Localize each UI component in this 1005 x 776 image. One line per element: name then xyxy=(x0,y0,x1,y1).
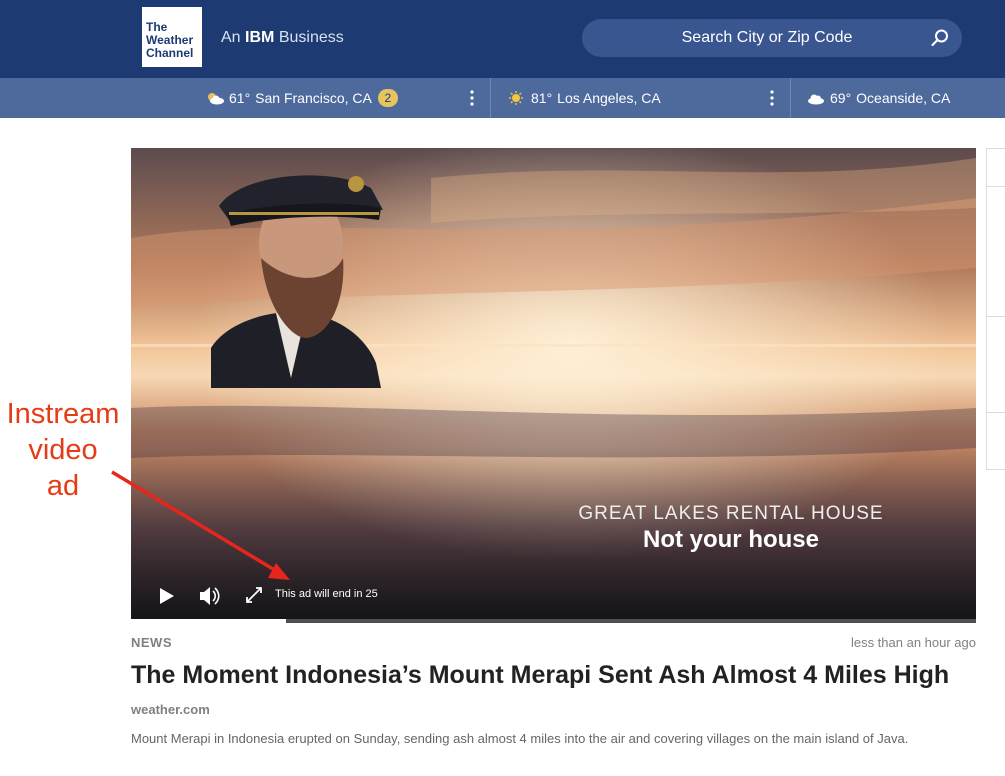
video-progress-bar[interactable] xyxy=(131,619,976,623)
location-name: Oceanside, CA xyxy=(856,90,951,106)
more-options-icon[interactable] xyxy=(469,90,475,106)
location-oceanside[interactable]: 69° Oceanside, CA xyxy=(806,78,950,118)
partly-cloudy-icon xyxy=(208,93,224,105)
location-temp: 61° xyxy=(229,90,251,106)
search-icon[interactable] xyxy=(930,28,950,48)
article-headline[interactable]: The Moment Indonesia’s Mount Merapi Sent… xyxy=(131,661,991,690)
weather-channel-logo[interactable]: The Weather Channel xyxy=(142,7,202,67)
location-san-francisco[interactable]: 61° San Francisco, CA 2 xyxy=(205,78,398,118)
side-panel-edge xyxy=(986,148,1005,470)
more-options-icon[interactable] xyxy=(769,90,775,106)
article-timestamp: less than an hour ago xyxy=(850,635,976,650)
location-divider xyxy=(490,78,491,118)
location-divider xyxy=(790,78,791,118)
ad-timer-text: This ad will end in 25 xyxy=(275,588,378,600)
article-source: weather.com xyxy=(131,702,210,717)
alert-badge[interactable]: 2 xyxy=(377,89,398,107)
location-name: San Francisco, CA xyxy=(255,90,372,106)
location-temp: 81° xyxy=(531,90,553,106)
video-player[interactable]: GREAT LAKES RENTAL HOUSE Not your house … xyxy=(131,148,976,623)
recent-locations-bar: 61° San Francisco, CA 2 81° Los Angeles,… xyxy=(0,78,1005,118)
location-name: Los Angeles, CA xyxy=(557,90,661,106)
side-panel-divider xyxy=(986,186,1005,187)
search-placeholder: Search City or Zip Code xyxy=(681,29,853,46)
logo-line-3: Channel xyxy=(146,46,194,60)
side-panel-divider xyxy=(986,412,1005,413)
article-summary: Mount Merapi in Indonesia erupted on Sun… xyxy=(131,731,909,746)
sun-icon xyxy=(509,91,523,105)
cloud-icon xyxy=(808,94,824,105)
ad-tagline: Not your house xyxy=(642,526,819,553)
ibm-tagline: An IBM Business xyxy=(221,29,344,46)
article-category[interactable]: NEWS xyxy=(131,635,172,650)
video-progress-fill xyxy=(131,619,286,623)
ad-headline: GREAT LAKES RENTAL HOUSE xyxy=(578,503,884,524)
annotation-label: Instream video ad xyxy=(6,398,120,502)
side-panel-divider xyxy=(986,316,1005,317)
search-input[interactable]: Search City or Zip Code xyxy=(582,19,962,57)
site-header: The Weather Channel An IBM Business Sear… xyxy=(0,0,1005,78)
location-los-angeles[interactable]: 81° Los Angeles, CA xyxy=(507,78,661,118)
location-temp: 69° xyxy=(830,90,852,106)
